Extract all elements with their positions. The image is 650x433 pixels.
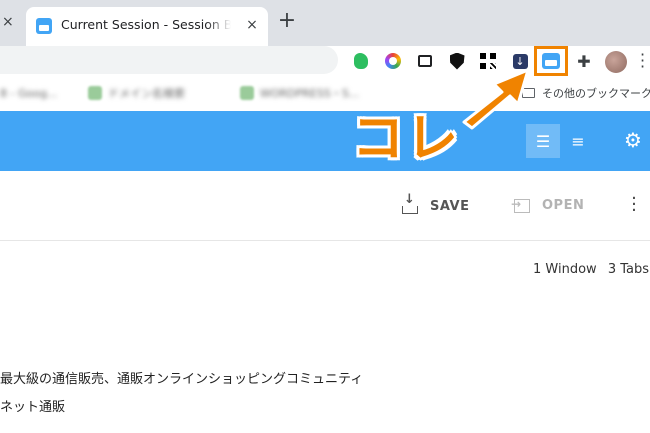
address-bar[interactable] [0,46,338,74]
bookmarks-bar: 8 - Goog... ドメイン名検索 WORDPRESS・S... その他のブ… [0,78,650,108]
open-icon [511,197,530,213]
tab-close-icon[interactable]: × [243,16,261,34]
bookmark-favicon-icon [240,86,254,100]
screen-capture-icon[interactable] [415,51,435,71]
detail-view-button[interactable]: ≡ [561,124,595,158]
other-bookmarks-label: その他のブックマーク [542,87,650,100]
gear-icon[interactable]: ⚙ [624,128,642,152]
annotation-label: コレ [352,109,461,169]
avatar[interactable] [605,51,627,73]
browser-menu-icon[interactable]: · · · [640,47,645,75]
bookmark-item[interactable]: ドメイン名検索 [88,85,185,101]
save-icon [402,192,418,214]
evernote-icon[interactable] [351,51,371,71]
color-picker-icon[interactable] [383,51,403,71]
bookmark-item[interactable]: 8 - Goog... [0,85,57,101]
browser-toolbar: ↓ ✚ · · · [0,46,650,78]
tab-description[interactable]: ネット通販 [0,396,65,415]
tab-session-buddy[interactable]: Current Session - Session Buddy × [26,7,268,46]
bookmark-label: WORDPRESS・S... [260,87,360,100]
save-label: SAVE [430,198,470,214]
more-options-icon[interactable]: · · · [628,190,640,220]
bookmark-item[interactable]: WORDPRESS・S... [240,85,359,101]
session-buddy-favicon-icon [36,18,52,34]
tab-strip: × Current Session - Session Buddy × + [0,0,650,46]
tab-count: 3 Tabs [607,262,649,277]
close-icon[interactable]: × [2,14,18,30]
session-buddy-icon[interactable] [534,46,568,76]
tab-title: Current Session - Session Buddy [61,17,231,32]
tab-description[interactable]: 最大級の通信販売、通販オンラインショッピングコミュニティ [0,368,363,387]
window-count: 1 Window [533,262,597,277]
bookmark-label: ドメイン名検索 [108,87,185,100]
open-button[interactable]: OPEN [511,197,585,214]
open-label: OPEN [542,198,585,213]
save-button[interactable]: SAVE [402,192,470,214]
list-view-icon: ☰ [535,131,551,151]
puzzle-icon[interactable]: ✚ [574,51,594,71]
action-bar: SAVE OPEN [0,171,650,241]
bookmark-label: 8 - Goog... [0,86,58,100]
detail-view-icon: ≡ [571,131,585,151]
bookmark-favicon-icon [88,86,102,100]
session-counts: 1 Window 3 Tabs [533,262,649,277]
new-tab-button[interactable]: + [276,10,298,32]
app-header: ☰ ≡ [0,111,650,171]
other-bookmarks[interactable]: その他のブックマーク [522,85,650,101]
annotation-arrow-icon [462,68,530,130]
